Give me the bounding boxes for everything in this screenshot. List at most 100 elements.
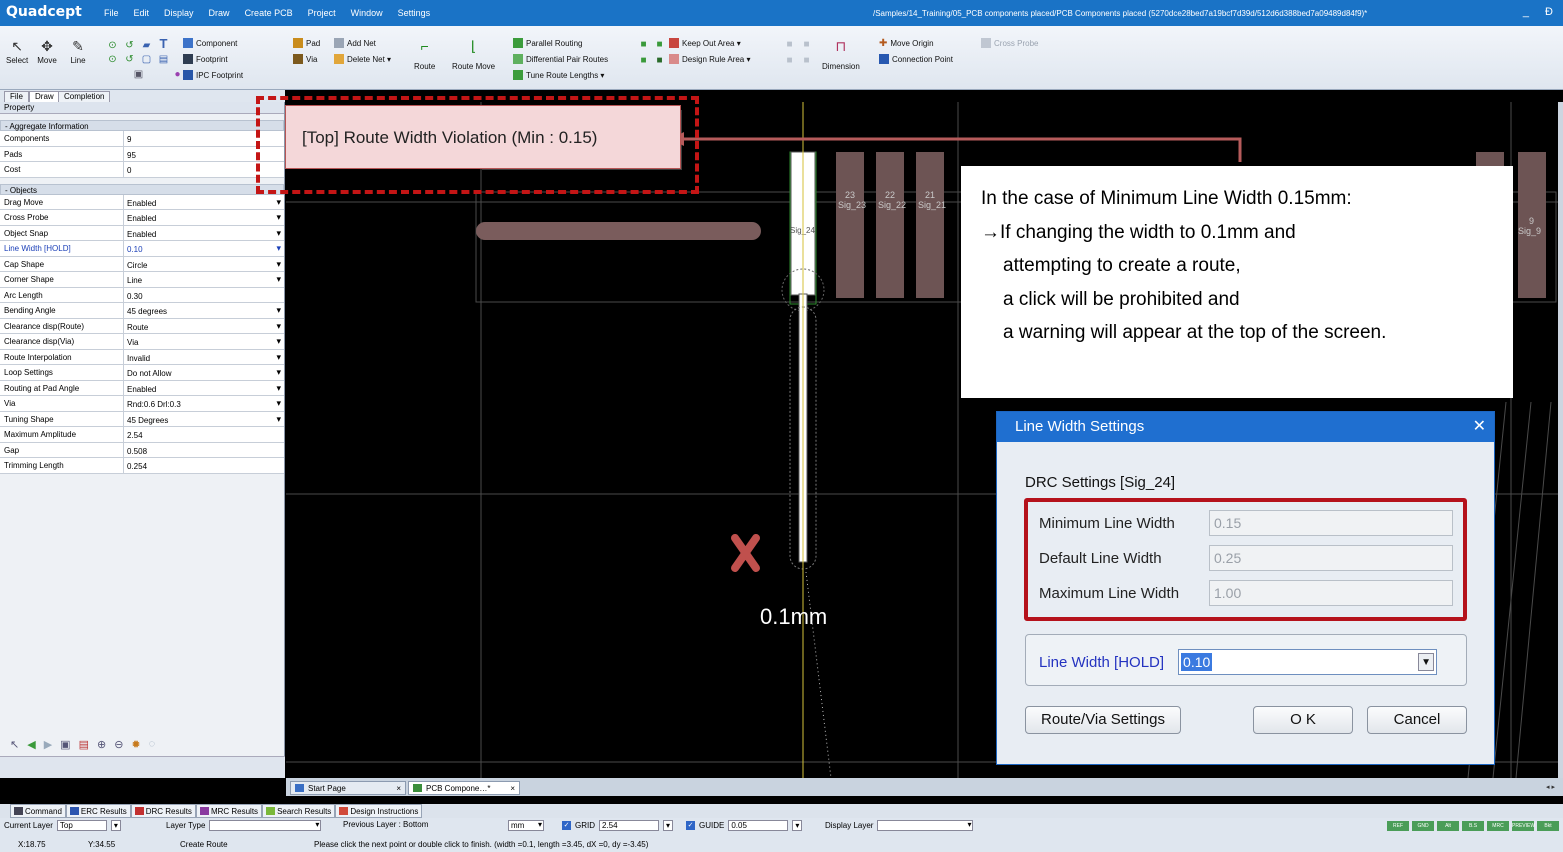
close-icon[interactable]: × [510,784,515,793]
design-rule-area-button[interactable]: Design Rule Area ▾ [669,54,751,64]
line-width-hold-value[interactable]: 0.10 [1181,653,1213,671]
arc-icon[interactable]: ↺ [124,40,135,51]
property-value[interactable]: 0.508 [124,443,284,458]
dimension-button[interactable]: ⊓ Dimension [822,36,860,72]
tab-file[interactable]: File [4,91,29,102]
keep-out-area-button[interactable]: Keep Out Area ▾ [669,38,741,48]
current-layer-select[interactable]: Top [56,820,107,831]
property-row[interactable]: Via Rnd:0.6 Drl:0.3 [0,396,284,412]
rect-icon[interactable]: ▢ [141,54,152,65]
via-button[interactable]: Via [293,54,317,64]
chevron-down-icon[interactable]: ▾ [663,820,673,831]
minimize-button[interactable]: _ [1523,6,1529,18]
menu-create-pcb[interactable]: Create PCB [245,8,293,18]
tab-design-instructions[interactable]: Design Instructions [335,804,423,818]
status-badge[interactable]: GND [1412,821,1434,831]
route-button[interactable]: ⌐ Route [414,36,435,71]
restore-button[interactable]: Ɖ [1545,6,1553,18]
save-icon[interactable]: ▣ [60,738,70,751]
connection-point-button[interactable]: Connection Point [879,54,953,64]
property-value[interactable]: 0.10 [124,241,284,256]
plane-cut-icon[interactable]: ■ [654,55,665,66]
shape-icon[interactable]: ▣ [133,69,144,80]
status-badge[interactable]: MRC [1487,821,1509,831]
property-value[interactable]: Invalid [124,350,284,365]
status-badge[interactable]: PREVIEW [1512,821,1535,831]
status-badge[interactable]: Bkt [1537,821,1559,831]
tab-start-page[interactable]: Start Page × [290,781,406,795]
property-row[interactable]: Bending Angle 45 degrees [0,303,284,319]
ipc-footprint-button[interactable]: IPC Footprint [183,70,243,80]
property-row[interactable]: Corner Shape Line [0,272,284,288]
status-badge[interactable]: Alt [1437,821,1459,831]
back-arrow-icon[interactable]: ◀ [27,738,35,751]
property-value[interactable]: Route [124,319,284,334]
gear-icon[interactable]: ✹ [131,738,140,751]
tab-draw[interactable]: Draw [29,91,60,102]
property-value[interactable]: Enabled [124,210,284,225]
route-move-button[interactable]: ⌊ Route Move [452,36,495,72]
property-value[interactable]: 45 degrees [124,303,284,318]
grid-checkbox[interactable]: ✓ [562,821,571,830]
status-badge[interactable]: REF [1387,821,1409,831]
layer-type-select[interactable] [209,820,322,831]
property-value[interactable]: Enabled [124,381,284,396]
property-row[interactable]: Route Interpolation Invalid [0,349,284,365]
pointer-icon[interactable]: ↖ [10,738,19,751]
aggregate-group-header[interactable]: - Aggregate Information [0,120,284,131]
property-row[interactable]: Trimming Length 0.254 [0,458,284,474]
component-button[interactable]: Component [183,38,237,48]
close-icon[interactable]: ✕ [1473,412,1486,442]
round-shape-icon[interactable]: ● [172,69,183,80]
differential-pair-button[interactable]: Differential Pair Routes [513,54,608,64]
tune-route-lengths-button[interactable]: Tune Route Lengths ▾ [513,70,604,80]
chevron-right-icon[interactable]: ▸ [1551,783,1555,791]
tab-command[interactable]: Command [10,804,66,818]
text-tool-icon[interactable]: T [158,36,169,51]
chevron-down-icon[interactable]: ▾ [110,820,121,831]
tab-drc-results[interactable]: DRC Results [130,804,196,818]
unit-select[interactable]: mm [508,820,544,831]
property-row[interactable]: Gap 0.508 [0,442,284,458]
copper-fill-icon[interactable]: ■ [638,39,649,50]
property-value[interactable]: 45 Degrees [124,412,284,427]
property-row[interactable]: Maximum Amplitude 2.54 [0,427,284,443]
copper-cut-icon[interactable]: ■ [654,39,665,50]
tab-search-results[interactable]: Search Results [262,804,336,818]
property-value[interactable]: Via [124,334,284,349]
route-via-settings-button[interactable]: Route/Via Settings [1025,706,1181,734]
zoom-in-icon[interactable]: ⊕ [97,738,106,751]
footprint-button[interactable]: Footprint [183,54,228,64]
info-icon[interactable]: ◌ [149,738,156,751]
chevron-left-icon[interactable]: ◂ [1546,783,1550,791]
property-row[interactable]: Tuning Shape 45 Degrees [0,411,284,427]
chevron-down-icon[interactable]: ▾ [792,820,803,831]
parallel-routing-button[interactable]: Parallel Routing [513,38,582,48]
menu-edit[interactable]: Edit [134,8,150,18]
tab-mrc-results[interactable]: MRC Results [195,804,263,818]
status-badge[interactable]: B.S [1462,821,1484,831]
ok-button[interactable]: O K [1253,706,1353,734]
pad-button[interactable]: Pad [293,38,320,48]
menu-project[interactable]: Project [308,8,336,18]
guide-checkbox[interactable]: ✓ [686,821,695,830]
property-value[interactable]: Enabled [124,195,284,210]
circle-icon[interactable]: ⊙ [107,40,118,51]
guide-input[interactable]: 0.05 [728,820,789,831]
property-row[interactable]: Loop Settings Do not Allow [0,365,284,381]
property-value[interactable]: Enabled [124,226,284,241]
property-row[interactable]: Clearance disp(Via) Via [0,334,284,350]
property-value[interactable]: 0.30 [124,288,284,303]
plane-icon[interactable]: ■ [638,55,649,66]
property-row[interactable]: Object Snap Enabled [0,225,284,241]
property-row[interactable]: Clearance disp(Route) Route [0,318,284,334]
menu-settings[interactable]: Settings [398,8,431,18]
curve-icon[interactable]: ↺ [124,54,135,65]
vertical-scrollbar[interactable] [1558,102,1563,778]
property-row-line-width[interactable]: Line Width [HOLD] 0.10 [0,241,284,257]
tab-completion[interactable]: Completion [58,91,111,102]
tab-scroll-arrows[interactable]: ◂ ▸ [1546,783,1555,791]
chevron-down-icon[interactable]: ▼ [1418,653,1435,671]
select-tool-button[interactable]: ↖ Select [6,36,28,66]
polygon-icon[interactable]: ▰ [141,40,152,51]
